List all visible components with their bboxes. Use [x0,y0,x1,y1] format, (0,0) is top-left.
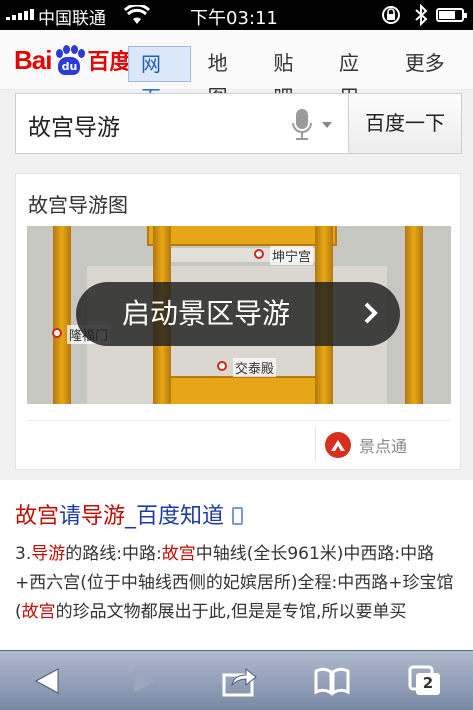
map-label-kunning: 坤宁宫 [270,246,314,265]
guide-card-title: 故宫导游图 [28,193,128,217]
bluetooth-icon [415,4,428,26]
palace-map[interactable]: 坤宁宫 隆福门 交泰殿 启动景区导游 [27,226,451,404]
back-button[interactable] [28,663,68,699]
search-button[interactable]: 百度一下 [348,93,462,154]
signal-icon [6,9,34,20]
bookmarks-button[interactable] [312,663,352,699]
forward-arrow-icon [134,669,156,693]
clock: 下午03:11 [190,8,278,29]
start-guide-label: 启动景区导游 [122,297,291,330]
chevron-right-icon [364,302,378,324]
nav-tabs: 网页 地图 贴吧 应用 更多 [128,46,473,110]
baidu-logo[interactable]: Bai du 百度 [14,44,131,76]
tab-apps[interactable]: 应用 [327,46,388,109]
battery-icon [436,8,467,22]
share-icon [222,667,257,697]
map-label-jiaotai: 交泰殿 [233,358,277,377]
jingdiantong-logo-icon [325,432,351,458]
jingdiantong-label: 景点通 [359,437,408,456]
share-button[interactable] [220,663,260,699]
carrier-name: 中国联通 [38,9,106,29]
search-input[interactable]: 故宫导游 [28,108,120,142]
search-result: 故宫请导游_百度知道 3.导游的路线:中路:故宫中轴线(全长961米)中西路:中… [0,480,473,650]
guide-card: 故宫导游图 坤宁宫 隆福门 交泰殿 启动景区导游 景点通 [15,173,461,470]
wifi-icon [124,5,150,24]
result-snippet: 3.导游的路线:中路:故宫中轴线(全长961米)中西路:中路+西六宫(位于中轴线… [15,544,454,622]
microphone-icon[interactable] [290,108,314,142]
mobile-icon [232,507,244,525]
browser-toolbar: 2 [0,650,473,710]
search-bar: 故宫导游 百度一下 [15,93,462,154]
back-arrow-icon [34,668,59,694]
rotation-lock-icon [382,6,400,24]
book-icon [314,667,350,696]
tabs-button[interactable]: 2 [406,663,446,699]
tab-more[interactable]: 更多 [393,46,468,102]
status-bar: 中国联通 下午03:11 [0,0,473,30]
tab-web[interactable]: 网页 [128,46,191,110]
tab-more-label: 更多 [404,51,445,75]
jingdiantong-link[interactable]: 景点通 [325,432,407,458]
tab-map[interactable]: 地图 [196,46,257,109]
voice-dropdown-icon[interactable] [322,122,332,128]
tab-tieba[interactable]: 贴吧 [261,46,322,109]
tabs-count: 2 [422,674,434,692]
top-nav: Bai du 百度 网页 地图 贴吧 应用 更多 [0,30,473,110]
start-guide-button[interactable]: 启动景区导游 [76,282,400,346]
forward-button[interactable] [124,663,164,699]
baidu-paw-icon: du [52,45,86,75]
result-title-link[interactable]: 故宫请导游_百度知道 [15,498,244,530]
